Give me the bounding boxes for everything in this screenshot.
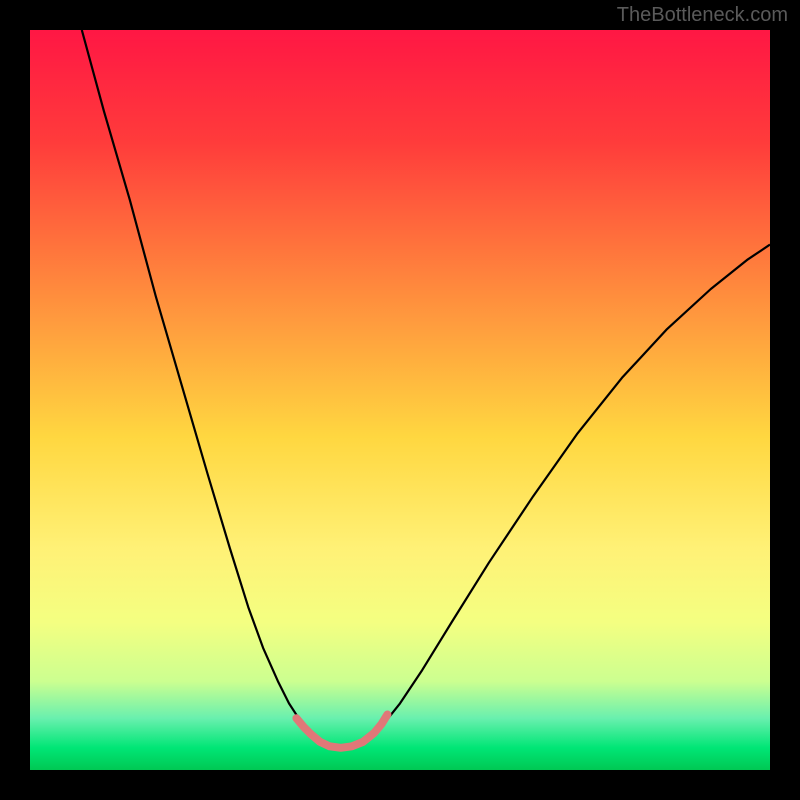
gradient-background (30, 30, 770, 770)
chart-canvas (30, 30, 770, 770)
watermark-text: TheBottleneck.com (617, 4, 788, 27)
chart-svg (30, 30, 770, 770)
